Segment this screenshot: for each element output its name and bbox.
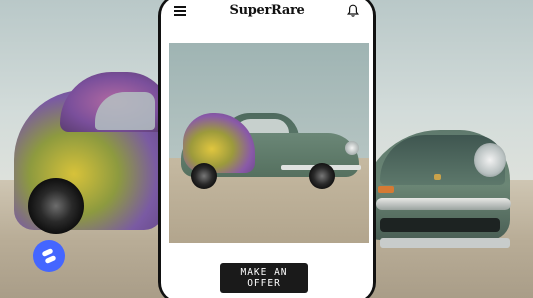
artwork-car-rear-wheel xyxy=(191,163,217,189)
artwork-car-headlight xyxy=(345,141,359,155)
left-flower-car-wheel xyxy=(28,178,84,234)
app-logo[interactable]: SuperRare xyxy=(161,3,373,18)
phone-frame: SuperRare MAKE AN OFFER xyxy=(158,0,376,298)
right-car-lower-trim xyxy=(380,238,510,248)
wallet-logo-icon xyxy=(42,248,56,264)
wallet-button[interactable] xyxy=(33,240,65,272)
app-header: SuperRare xyxy=(161,3,373,25)
artwork-car-front-wheel xyxy=(309,163,335,189)
bell-icon[interactable] xyxy=(347,4,359,18)
right-car-headlight xyxy=(474,143,506,177)
offer-label-line2: OFFER xyxy=(247,278,281,289)
right-car-grille xyxy=(380,218,500,232)
artwork-image[interactable] xyxy=(169,43,369,243)
right-car-bumper xyxy=(376,198,511,210)
make-an-offer-button[interactable]: MAKE AN OFFER xyxy=(220,263,308,293)
phone-screen: SuperRare MAKE AN OFFER xyxy=(161,0,373,298)
right-car-badge xyxy=(434,174,441,180)
right-car-indicator xyxy=(378,186,394,193)
offer-label-line1: MAKE AN xyxy=(240,267,288,278)
